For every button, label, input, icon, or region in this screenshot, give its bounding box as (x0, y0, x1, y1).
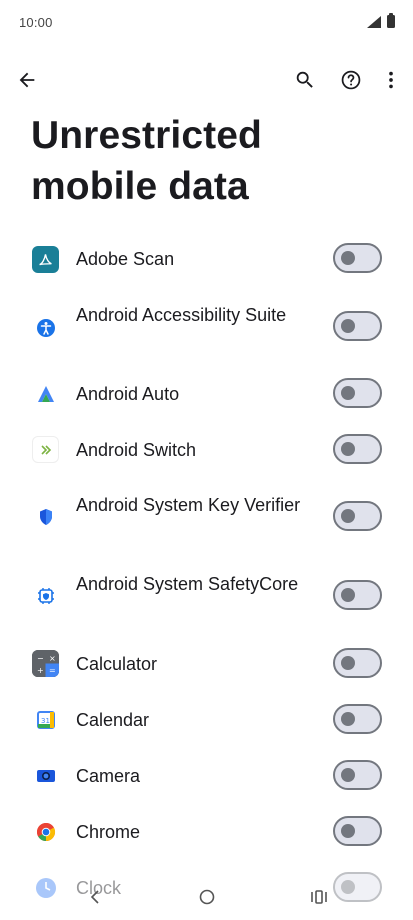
more-vert-icon (389, 71, 393, 89)
toggle-knob (341, 251, 355, 265)
app-label: Calculator (76, 654, 158, 674)
toggle-knob (341, 656, 355, 670)
chrome-icon (32, 818, 59, 845)
nav-home-button[interactable] (192, 882, 222, 912)
app-bar (0, 56, 413, 104)
android-auto-icon (32, 380, 59, 407)
toggle-knob (341, 509, 355, 523)
svg-text:−: − (37, 654, 44, 663)
unrestricted-data-toggle[interactable] (333, 816, 382, 846)
unrestricted-data-toggle[interactable] (333, 704, 382, 734)
status-time: 10:00 (19, 15, 53, 30)
toggle-knob (341, 386, 355, 400)
safetycore-icon (32, 582, 59, 609)
list-item[interactable]: Adobe Scan (0, 230, 413, 288)
unrestricted-data-toggle[interactable] (333, 434, 382, 464)
svg-text:×: × (49, 654, 56, 663)
nav-back-icon (90, 890, 99, 904)
nav-recents-icon (311, 890, 327, 904)
status-icons (367, 13, 395, 28)
toggle-knob (341, 588, 355, 602)
nav-recents-button[interactable] (304, 882, 334, 912)
app-label: Camera (76, 766, 141, 786)
search-button[interactable] (285, 60, 325, 100)
app-label: Adobe Scan (76, 249, 175, 269)
nav-home-icon (199, 889, 215, 905)
camera-icon (32, 762, 59, 789)
more-options-button[interactable] (371, 60, 411, 100)
help-circle-icon (341, 70, 361, 90)
status-bar: 10:00 (0, 0, 413, 44)
app-label: Android Auto (76, 384, 180, 404)
app-label: Android Accessibility Suite (76, 305, 287, 325)
app-label: Android System Key Verifier (76, 495, 301, 515)
calendar-icon: 31 (32, 706, 59, 733)
calculator-icon: − × + = (32, 650, 59, 677)
calendar-icon-text: 31 (41, 717, 50, 725)
app-label: Chrome (76, 822, 141, 842)
unrestricted-data-toggle[interactable] (333, 243, 382, 273)
unrestricted-data-toggle[interactable] (333, 580, 382, 610)
navigation-bar (0, 872, 413, 920)
unrestricted-data-toggle[interactable] (333, 378, 382, 408)
app-label: Calendar (76, 710, 150, 730)
key-verifier-icon (32, 503, 59, 530)
arrow-back-icon (19, 72, 35, 88)
toggle-knob (341, 442, 355, 456)
unrestricted-data-toggle[interactable] (333, 760, 382, 790)
android-switch-icon (32, 436, 59, 463)
unrestricted-data-toggle[interactable] (333, 311, 382, 341)
toggle-knob (341, 712, 355, 726)
toggle-knob (341, 824, 355, 838)
nav-back-button[interactable] (80, 882, 110, 912)
svg-text:+: + (37, 666, 44, 675)
svg-text:=: = (49, 666, 56, 675)
page-title: Unrestricted mobile data (31, 114, 262, 208)
accessibility-icon (32, 314, 59, 341)
battery-icon (387, 13, 395, 28)
back-button[interactable] (7, 60, 47, 100)
unrestricted-data-toggle[interactable] (333, 648, 382, 678)
signal-icon (367, 15, 381, 28)
help-button[interactable] (331, 60, 371, 100)
adobe-scan-icon (32, 246, 59, 273)
app-label: Android Switch (76, 440, 197, 460)
toggle-knob (341, 768, 355, 782)
unrestricted-data-toggle[interactable] (333, 501, 382, 531)
toggle-knob (341, 319, 355, 333)
search-icon (296, 71, 313, 88)
app-label: Android System SafetyCore (76, 574, 299, 594)
